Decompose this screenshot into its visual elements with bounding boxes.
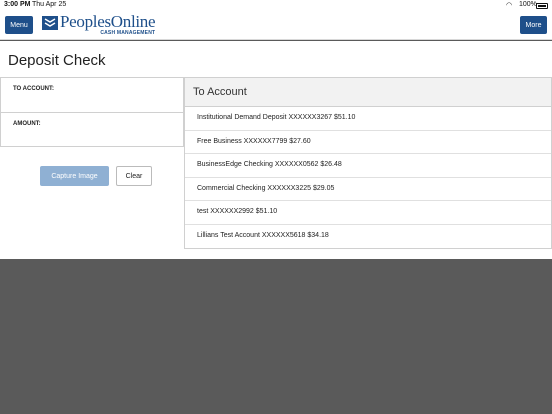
account-item-label: Free Business XXXXXX7799 $27.60: [197, 137, 311, 145]
account-item-label: Lillians Test Account XXXXXX5618 $34.18: [197, 231, 329, 239]
background-overlay: [0, 259, 552, 414]
to-account-header: To Account: [185, 78, 551, 107]
to-account-panel: To Account Institutional Demand Deposit …: [184, 77, 552, 249]
status-time: 3:00 PM: [4, 1, 31, 8]
page-title: Deposit Check: [8, 52, 106, 69]
battery-icon: [536, 3, 548, 9]
app-logo: PeoplesOnline CASH MANAGEMENT: [42, 12, 156, 36]
menu-button[interactable]: Menu: [5, 16, 33, 34]
account-item-label: BusinessEdge Checking XXXXXX0562 $26.48: [197, 161, 342, 169]
capture-image-button[interactable]: Capture Image: [40, 166, 109, 186]
more-button[interactable]: More: [520, 16, 547, 34]
logo-name: PeoplesOnline: [60, 12, 156, 31]
status-bar: 3:00 PM Thu Apr 25 ◠ 100%: [0, 0, 552, 12]
to-account-label: TO ACCOUNT:: [13, 86, 54, 92]
account-item[interactable]: Lillians Test Account XXXXXX5618 $34.18: [185, 225, 551, 249]
main-page: Deposit Check TO ACCOUNT: AMOUNT: Captur…: [0, 41, 552, 259]
nav-bar: Menu PeoplesOnline CASH MANAGEMENT More: [0, 12, 552, 40]
status-date: Thu Apr 25: [32, 1, 67, 8]
account-item-label: Commercial Checking XXXXXX3225 $29.05: [197, 184, 335, 192]
account-item[interactable]: test XXXXXX2992 $51.10: [185, 201, 551, 225]
to-account-field[interactable]: TO ACCOUNT:: [1, 78, 183, 113]
wifi-icon: ◠: [506, 2, 513, 9]
account-item[interactable]: Commercial Checking XXXXXX3225 $29.05: [185, 178, 551, 202]
battery-percent: 100%: [519, 1, 537, 8]
account-item-label: test XXXXXX2992 $51.10: [197, 208, 278, 216]
account-item[interactable]: BusinessEdge Checking XXXXXX0562 $26.48: [185, 154, 551, 178]
account-item[interactable]: Institutional Demand Deposit XXXXXX3267 …: [185, 107, 551, 131]
logo-subtitle: CASH MANAGEMENT: [100, 30, 156, 36]
account-list: Institutional Demand Deposit XXXXXX3267 …: [185, 107, 551, 249]
account-item-label: Institutional Demand Deposit XXXXXX3267 …: [197, 114, 356, 121]
account-item[interactable]: Free Business XXXXXX7799 $27.60: [185, 131, 551, 155]
deposit-form: TO ACCOUNT: AMOUNT:: [0, 77, 184, 147]
logo-mark-icon: [42, 16, 58, 30]
amount-field[interactable]: AMOUNT:: [1, 113, 183, 148]
amount-label: AMOUNT:: [13, 121, 41, 127]
to-account-heading: To Account: [193, 86, 247, 98]
clear-button[interactable]: Clear: [116, 166, 152, 186]
